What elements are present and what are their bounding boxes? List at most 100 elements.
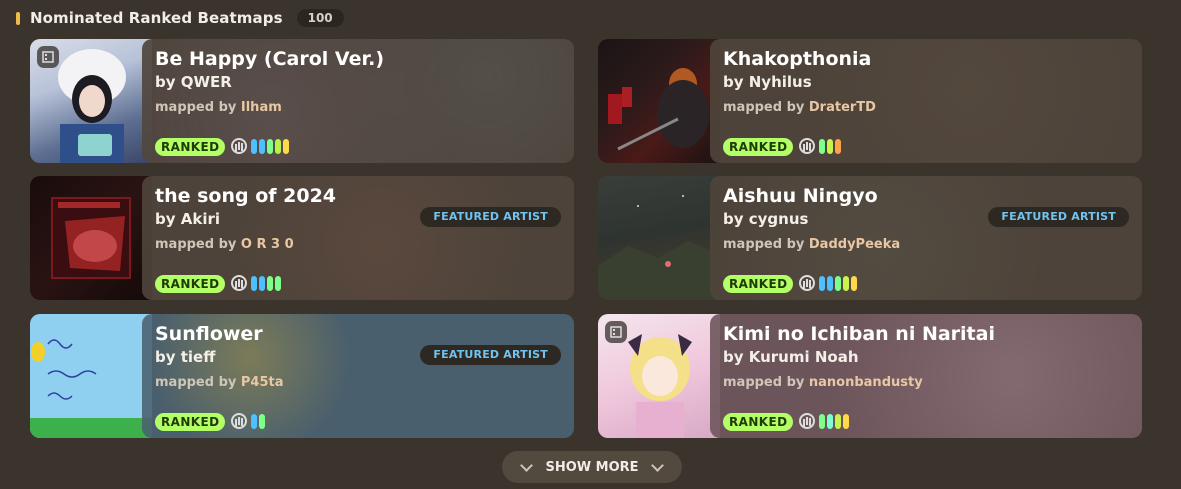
difficulty-pip[interactable] (843, 276, 849, 291)
beatmap-artist: by Nyhilus (723, 73, 812, 91)
show-more-button[interactable]: SHOW MORE (502, 451, 682, 483)
beatmap-artist: by tieff (155, 348, 216, 366)
difficulty-pip[interactable] (275, 139, 281, 154)
beatmap-cover[interactable] (30, 176, 152, 300)
osu-mode-icon (231, 275, 247, 291)
difficulty-pips[interactable] (251, 276, 281, 291)
beatmap-mapper-line: mapped by P45ta (155, 375, 284, 390)
difficulty-pip[interactable] (259, 414, 265, 429)
beatmap-info[interactable]: Sunflower by tieff mapped by P45ta FEATU… (142, 314, 574, 438)
difficulty-pips[interactable] (251, 139, 289, 154)
beatmap-cover[interactable] (30, 39, 152, 163)
mapper-link[interactable]: DaddyPeeka (809, 237, 900, 252)
osu-mode-icon (799, 275, 815, 291)
status-badge: RANKED (723, 275, 794, 293)
beatmap-artist: by cygnus (723, 210, 809, 228)
osu-mode-icon (231, 138, 247, 154)
mapper-link[interactable]: O R 3 0 (241, 237, 294, 252)
difficulty-pips[interactable] (819, 139, 841, 154)
beatmap-card[interactable]: Sunflower by tieff mapped by P45ta FEATU… (30, 314, 574, 438)
mapper-link[interactable]: Ilham (241, 100, 282, 115)
beatmap-mapper-line: mapped by O R 3 0 (155, 237, 294, 252)
difficulty-pip[interactable] (851, 276, 857, 291)
difficulty-pip[interactable] (827, 414, 833, 429)
video-icon (605, 321, 627, 343)
chevron-down-icon (650, 458, 664, 472)
mapped-by-label: mapped by (723, 237, 805, 252)
difficulty-pips[interactable] (819, 276, 857, 291)
section-header: Nominated Ranked Beatmaps 100 (16, 8, 344, 28)
difficulty-pip[interactable] (267, 276, 273, 291)
status-badge: RANKED (723, 413, 794, 431)
chevron-down-icon (520, 458, 534, 472)
featured-artist-badge[interactable]: FEATURED ARTIST (988, 207, 1129, 227)
beatmap-info[interactable]: the song of 2024 by Akiri mapped by O R … (142, 176, 574, 300)
show-more-label: SHOW MORE (545, 459, 639, 475)
mapped-by-label: mapped by (723, 375, 805, 390)
mapped-by-label: mapped by (155, 375, 237, 390)
osu-mode-icon (799, 413, 815, 429)
status-badge: RANKED (155, 138, 226, 156)
beatmap-cover[interactable] (598, 314, 720, 438)
beatmap-info[interactable]: Be Happy (Carol Ver.) by QWER mapped by … (142, 39, 574, 163)
mapper-link[interactable]: P45ta (241, 375, 284, 390)
beatmap-card[interactable]: the song of 2024 by Akiri mapped by O R … (30, 176, 574, 300)
beatmap-cover[interactable] (598, 39, 720, 163)
difficulty-pip[interactable] (251, 139, 257, 154)
difficulty-pip[interactable] (835, 139, 841, 154)
difficulty-pip[interactable] (819, 414, 825, 429)
video-icon (37, 46, 59, 68)
section-title: Nominated Ranked Beatmaps (30, 9, 283, 27)
mapped-by-label: mapped by (155, 100, 237, 115)
beatmap-title[interactable]: Khakopthonia (723, 48, 871, 70)
osu-mode-icon (799, 138, 815, 154)
beatmap-title[interactable]: Aishuu Ningyo (723, 185, 878, 207)
beatmap-info[interactable]: Aishuu Ningyo by cygnus mapped by DaddyP… (710, 176, 1142, 300)
beatmap-artist: by QWER (155, 73, 232, 91)
beatmap-title[interactable]: the song of 2024 (155, 185, 336, 207)
beatmap-cover[interactable] (30, 314, 152, 438)
mapped-by-label: mapped by (155, 237, 237, 252)
difficulty-pips[interactable] (819, 414, 849, 429)
difficulty-pip[interactable] (827, 139, 833, 154)
featured-artist-badge[interactable]: FEATURED ARTIST (420, 345, 561, 365)
difficulty-pip[interactable] (835, 276, 841, 291)
beatmap-artist: by Akiri (155, 210, 221, 228)
beatmap-mapper-line: mapped by Ilham (155, 100, 282, 115)
osu-mode-icon (231, 413, 247, 429)
difficulty-pip[interactable] (267, 139, 273, 154)
mapper-link[interactable]: nanonbandusty (809, 375, 923, 390)
difficulty-pip[interactable] (251, 276, 257, 291)
beatmap-info[interactable]: Kimi no Ichiban ni Naritai by Kurumi Noa… (710, 314, 1142, 438)
beatmap-cover[interactable] (598, 176, 720, 300)
difficulty-pip[interactable] (843, 414, 849, 429)
difficulty-pip[interactable] (819, 276, 825, 291)
section-accent-bar (16, 11, 20, 25)
count-badge: 100 (296, 9, 344, 27)
beatmap-info[interactable]: Khakopthonia by Nyhilus mapped by Drater… (710, 39, 1142, 163)
mapper-link[interactable]: DraterTD (809, 100, 876, 115)
beatmap-card[interactable]: Be Happy (Carol Ver.) by QWER mapped by … (30, 39, 574, 163)
difficulty-pip[interactable] (275, 276, 281, 291)
beatmap-card[interactable]: Aishuu Ningyo by cygnus mapped by DaddyP… (598, 176, 1142, 300)
difficulty-pip[interactable] (251, 414, 257, 429)
featured-artist-badge[interactable]: FEATURED ARTIST (420, 207, 561, 227)
beatmap-title[interactable]: Sunflower (155, 323, 263, 345)
beatmap-title[interactable]: Be Happy (Carol Ver.) (155, 48, 384, 70)
beatmap-card[interactable]: Kimi no Ichiban ni Naritai by Kurumi Noa… (598, 314, 1142, 438)
difficulty-pips[interactable] (251, 414, 265, 429)
beatmap-title[interactable]: Kimi no Ichiban ni Naritai (723, 323, 995, 345)
difficulty-pip[interactable] (835, 414, 841, 429)
status-badge: RANKED (155, 275, 226, 293)
difficulty-pip[interactable] (827, 276, 833, 291)
difficulty-pip[interactable] (259, 276, 265, 291)
beatmap-mapper-line: mapped by DraterTD (723, 100, 876, 115)
mapped-by-label: mapped by (723, 100, 805, 115)
status-badge: RANKED (155, 413, 226, 431)
difficulty-pip[interactable] (283, 139, 289, 154)
beatmap-mapper-line: mapped by DaddyPeeka (723, 237, 900, 252)
beatmap-artist: by Kurumi Noah (723, 348, 859, 366)
difficulty-pip[interactable] (819, 139, 825, 154)
beatmap-card[interactable]: Khakopthonia by Nyhilus mapped by Drater… (598, 39, 1142, 163)
difficulty-pip[interactable] (259, 139, 265, 154)
